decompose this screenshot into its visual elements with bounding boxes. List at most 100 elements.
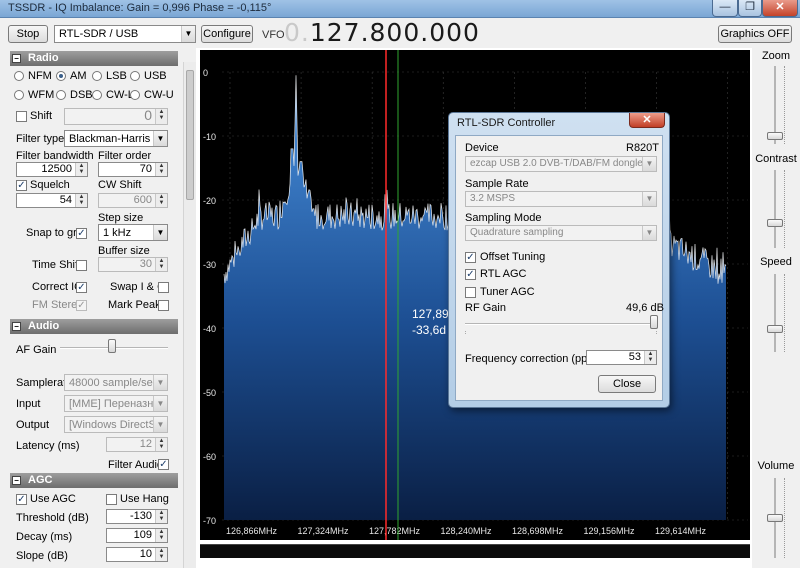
cw-shift-input[interactable]: 600 ▲ ▼	[98, 193, 168, 208]
zoom-slider-thumb[interactable]	[767, 132, 783, 140]
db-tick-label: -70	[203, 516, 216, 526]
filter-order-value: 70	[139, 163, 152, 175]
volume-ticks	[784, 478, 788, 558]
snap-to-grid-checkbox[interactable]: ✓	[76, 228, 87, 239]
filter-bandwidth-input[interactable]: 12500 ▲ ▼	[16, 162, 88, 177]
latency-input[interactable]: 12 ▲ ▼	[106, 437, 168, 452]
latency-label: Latency (ms)	[16, 440, 80, 452]
agc-section-header[interactable]: − AGC	[10, 473, 178, 488]
spinner-icon[interactable]: ▲ ▼	[155, 109, 167, 124]
frequency-axis: 126,866MHz 127,324MHz 127,782MHz 128,240MHz…	[226, 526, 707, 536]
mode-radio-usb[interactable]	[130, 71, 140, 81]
time-shift-checkbox[interactable]	[76, 260, 87, 271]
input-device-select[interactable]: [MME] Переназначени ▼	[64, 395, 168, 412]
close-button[interactable]: ✕	[762, 0, 798, 17]
sampling-mode-select[interactable]: Quadrature sampling ▼	[465, 225, 657, 241]
contrast-slider-thumb[interactable]	[767, 219, 783, 227]
mode-label-nfm: NFM	[28, 70, 52, 82]
mode-radio-nfm[interactable]	[14, 71, 24, 81]
threshold-label: Threshold (dB)	[16, 512, 89, 524]
chevron-down-icon: ▼	[153, 396, 167, 411]
rf-gain-slider-thumb[interactable]	[650, 315, 658, 329]
offset-tuning-checkbox[interactable]: ✓	[465, 252, 476, 263]
decay-input[interactable]: 109 ▲ ▼	[106, 528, 168, 543]
filter-order-input[interactable]: 70 ▲ ▼	[98, 162, 168, 177]
device-select[interactable]: ezcap USB 2.0 DVB-T/DAB/FM dongle ▼	[465, 156, 657, 172]
contrast-slider[interactable]	[774, 170, 776, 248]
tuner-agc-label: Tuner AGC	[480, 286, 535, 298]
mark-peaks-checkbox[interactable]	[158, 300, 169, 311]
correct-iq-checkbox[interactable]: ✓	[76, 282, 87, 293]
spinner-icon[interactable]: ▲ ▼	[644, 351, 656, 364]
db-tick-label: -10	[203, 132, 216, 142]
speed-slider-thumb[interactable]	[767, 325, 783, 333]
mode-radio-cwu[interactable]	[130, 90, 140, 100]
configure-button[interactable]: Configure	[201, 25, 253, 43]
speed-slider[interactable]	[774, 274, 776, 352]
rf-gain-ticks	[465, 331, 657, 334]
frequency-correction-input[interactable]: 53 ▲ ▼	[586, 350, 657, 365]
mode-radio-dsb[interactable]	[56, 90, 66, 100]
squelch-input[interactable]: 54 ▲ ▼	[16, 193, 88, 208]
radio-section-header[interactable]: − Radio	[10, 51, 178, 66]
step-size-select[interactable]: 1 kHz ▼	[98, 224, 168, 241]
spectrum-horizontal-scrollbar[interactable]	[200, 544, 750, 558]
maximize-button[interactable]: ❐	[738, 0, 762, 17]
mode-radio-cwl[interactable]	[92, 90, 102, 100]
frequency-tick-label: 129,156MHz	[584, 526, 636, 536]
filter-audio-checkbox[interactable]: ✓	[158, 459, 169, 470]
frequency-tick-label: 128,240MHz	[441, 526, 493, 536]
threshold-input[interactable]: -130 ▲ ▼	[106, 509, 168, 524]
frequency-correction-value: 53	[628, 351, 641, 363]
spinner-icon[interactable]: ▲ ▼	[155, 529, 167, 542]
rtl-agc-checkbox[interactable]: ✓	[465, 269, 476, 280]
db-tick-label: -40	[203, 324, 216, 334]
shift-checkbox[interactable]	[16, 111, 27, 122]
rf-gain-slider[interactable]	[465, 323, 657, 325]
swap-iq-checkbox[interactable]	[158, 282, 169, 293]
mode-radio-am[interactable]	[56, 71, 66, 81]
use-agc-checkbox[interactable]: ✓	[16, 494, 27, 505]
vfo-label: VFO	[262, 29, 285, 41]
buffer-size-input[interactable]: 30 ▲ ▼	[98, 257, 168, 272]
filter-bandwidth-value: 12500	[41, 163, 72, 175]
dialog-close-icon[interactable]: ✕	[629, 113, 665, 128]
sample-rate-select[interactable]: 3.2 MSPS ▼	[465, 191, 657, 207]
use-hang-checkbox[interactable]	[106, 494, 117, 505]
tuner-agc-checkbox[interactable]	[465, 287, 476, 298]
spinner-icon[interactable]: ▲ ▼	[75, 194, 87, 207]
stop-button[interactable]: Stop	[8, 25, 48, 43]
minimize-button[interactable]: —	[712, 0, 738, 17]
left-panel-scrollbar[interactable]	[183, 62, 196, 568]
spinner-icon[interactable]: ▲ ▼	[75, 163, 87, 176]
spinner-icon[interactable]: ▲ ▼	[155, 163, 167, 176]
source-select[interactable]: RTL-SDR / USB ▼	[54, 25, 196, 43]
cw-shift-label: CW Shift	[98, 179, 142, 191]
graphics-toggle-button[interactable]: Graphics OFF	[718, 25, 792, 43]
af-gain-slider-thumb[interactable]	[108, 339, 116, 353]
chevron-down-icon: ▼	[642, 226, 656, 240]
spinner-icon[interactable]: ▲ ▼	[155, 258, 167, 271]
output-device-select[interactable]: [Windows DirectSound] ▼	[64, 416, 168, 433]
mode-radio-wfm[interactable]	[14, 90, 24, 100]
vfo-display[interactable]: 0.127.800.000	[284, 18, 480, 47]
spinner-icon[interactable]: ▲ ▼	[155, 548, 167, 561]
dialog-close-button[interactable]: Close	[598, 375, 656, 393]
scrollbar-thumb[interactable]	[186, 70, 194, 200]
filter-type-select[interactable]: Blackman-Harris ▼	[64, 130, 168, 147]
vfo-leading-digits: 0.	[284, 18, 310, 47]
spinner-icon[interactable]: ▲ ▼	[155, 510, 167, 523]
use-agc-label: Use AGC	[30, 493, 76, 505]
shift-value-input[interactable]: 0 ▲ ▼	[64, 108, 168, 125]
cursor-level-readout: -33,6d	[412, 323, 446, 337]
spinner-icon[interactable]: ▲ ▼	[155, 438, 167, 451]
squelch-checkbox[interactable]: ✓	[16, 180, 27, 191]
slope-input[interactable]: 10 ▲ ▼	[106, 547, 168, 562]
output-label: Output	[16, 419, 50, 431]
samplerate-select[interactable]: 48000 sample/sec ▼	[64, 374, 168, 391]
spinner-icon[interactable]: ▲ ▼	[155, 194, 167, 207]
mode-radio-lsb[interactable]	[92, 71, 102, 81]
volume-slider-thumb[interactable]	[767, 514, 783, 522]
frequency-tick-label: 129,614MHz	[655, 526, 707, 536]
audio-section-header[interactable]: − Audio	[10, 319, 178, 334]
